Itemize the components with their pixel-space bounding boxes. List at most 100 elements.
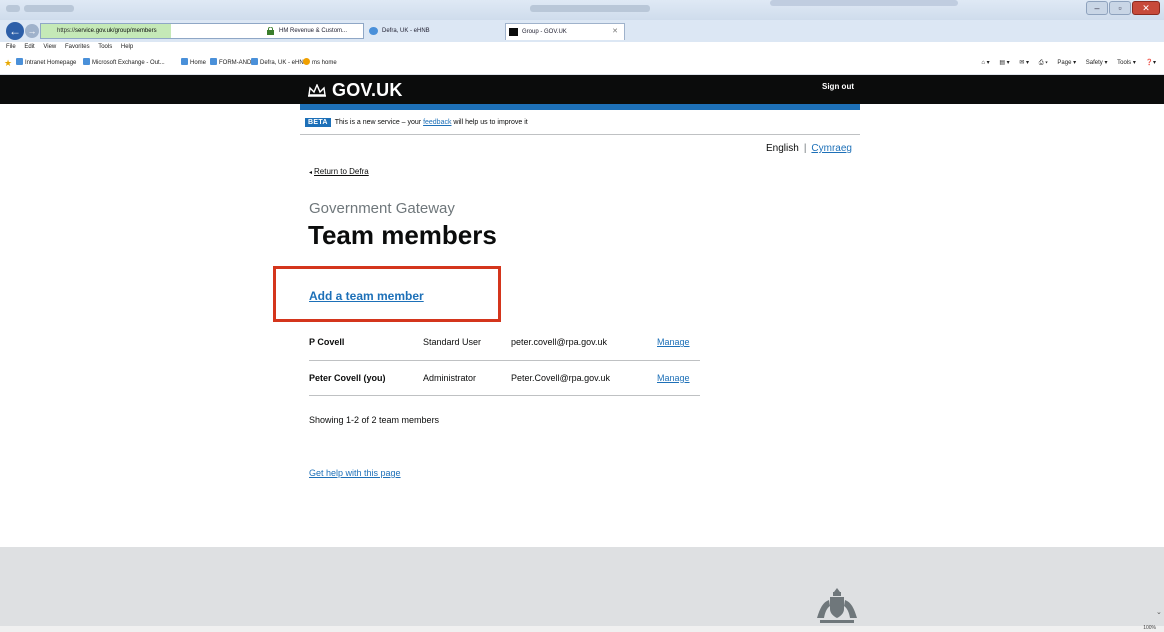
- tab-label: Defra, UK - eHNB: [382, 28, 430, 34]
- quick-access-toolbar: [24, 5, 74, 12]
- member-role: Administrator: [423, 360, 511, 396]
- favorite-defra[interactable]: Defra, UK - eHNB: [251, 53, 308, 73]
- url-path: /group/members: [112, 28, 157, 34]
- page-title: Team members: [308, 220, 497, 250]
- menu-file[interactable]: File: [6, 44, 16, 50]
- tab-label: HM Revenue & Custom...: [279, 28, 348, 34]
- table-row: P Covell Standard User peter.covell@rpa.…: [309, 325, 700, 361]
- gov-header: GOV.UK Sign out: [0, 75, 1164, 104]
- favorite-label: Home: [190, 60, 207, 66]
- favorite-ms-home[interactable]: ms home: [303, 53, 337, 73]
- beta-tag: BETA: [305, 118, 331, 127]
- get-help-link[interactable]: Get help with this page: [309, 468, 401, 478]
- favorite-exchange[interactable]: Microsoft Exchange - Out...: [83, 53, 165, 73]
- feeds-icon[interactable]: ▤ ▾: [999, 60, 1009, 66]
- gov-uk-logo[interactable]: GOV.UK: [307, 80, 403, 100]
- url-prefix: https://: [57, 28, 76, 34]
- manage-link[interactable]: Manage: [657, 325, 700, 361]
- tools-menu[interactable]: Tools ▾: [1117, 60, 1136, 66]
- manage-link[interactable]: Manage: [657, 360, 700, 396]
- beta-divider: [300, 134, 860, 135]
- language-english: English: [766, 143, 799, 154]
- return-to-defra-link[interactable]: ◂ Return to Defra: [309, 167, 369, 176]
- team-members-table: P Covell Standard User peter.covell@rpa.…: [309, 325, 700, 396]
- favorites-bar: ★ Intranet Homepage Microsoft Exchange -…: [0, 53, 1164, 75]
- menu-help[interactable]: Help: [121, 44, 133, 50]
- page-icon: [251, 58, 258, 65]
- window-titlebar: – ▫ ✕: [0, 0, 1164, 20]
- scroll-down-icon[interactable]: ⌄: [1156, 608, 1162, 616]
- member-role: Standard User: [423, 325, 511, 361]
- window-title: [530, 5, 650, 12]
- menu-view[interactable]: View: [43, 44, 56, 50]
- page-icon: [181, 58, 188, 65]
- page-menu[interactable]: Page ▾: [1057, 60, 1076, 66]
- favorite-label: Defra, UK - eHNB: [260, 60, 308, 66]
- favorite-label: ms home: [312, 60, 337, 66]
- page-icon: [16, 58, 23, 65]
- beta-banner: BETA This is a new service – your feedbac…: [305, 118, 528, 127]
- page-icon: [83, 58, 90, 65]
- menu-favorites[interactable]: Favorites: [65, 44, 90, 50]
- browser-navbar: ← → https://service.gov.uk/group/members…: [0, 20, 1164, 42]
- crown-icon: [308, 84, 326, 97]
- help-icon[interactable]: ❓▾: [1146, 60, 1156, 66]
- favorites-star-icon[interactable]: ★: [4, 53, 12, 73]
- window-controls: – ▫ ✕: [1086, 1, 1160, 15]
- mail-icon[interactable]: ✉ ▾: [1019, 60, 1029, 66]
- language-switcher: English | Cymraeg: [766, 143, 852, 154]
- print-icon[interactable]: ⎙ ▾: [1039, 60, 1048, 66]
- favorite-form-and[interactable]: FORM-AND: [210, 53, 251, 73]
- zoom-level[interactable]: 100%: [1143, 625, 1156, 631]
- window-search-bar: [770, 0, 958, 6]
- favorite-intranet[interactable]: Intranet Homepage: [16, 53, 76, 73]
- globe-icon: [369, 27, 378, 35]
- app-icon: [6, 5, 20, 12]
- url-domain: service.gov.uk: [75, 28, 113, 34]
- sun-icon: [303, 58, 310, 65]
- add-team-member-link[interactable]: Add a team member: [309, 289, 424, 303]
- results-count: Showing 1-2 of 2 team members: [309, 415, 440, 425]
- member-name: P Covell: [309, 325, 423, 361]
- back-link-label: Return to Defra: [314, 167, 369, 176]
- favorite-label: Intranet Homepage: [25, 60, 77, 66]
- tab-gov-uk[interactable]: Group - GOV.UK ✕: [505, 23, 625, 40]
- tab-hmrc[interactable]: HM Revenue & Custom...: [263, 23, 363, 40]
- table-row: Peter Covell (you) Administrator Peter.C…: [309, 360, 700, 396]
- favorite-home[interactable]: Home: [181, 53, 206, 73]
- logo-text: GOV.UK: [332, 80, 403, 100]
- language-welsh-link[interactable]: Cymraeg: [811, 143, 852, 154]
- lock-icon: [267, 27, 274, 35]
- tab-defra[interactable]: Defra, UK - eHNB: [366, 23, 496, 40]
- gov-uk-favicon: [509, 28, 518, 36]
- beta-text-start: This is a new service – your: [334, 119, 424, 126]
- favorite-label: FORM-AND: [219, 60, 252, 66]
- page-caption: Government Gateway: [309, 200, 455, 217]
- back-arrow-icon[interactable]: ←: [6, 22, 24, 40]
- browser-menubar: File Edit View Favorites Tools Help: [0, 42, 1164, 53]
- page-icon: [210, 58, 217, 65]
- menu-tools[interactable]: Tools: [98, 44, 112, 50]
- minimize-button[interactable]: –: [1086, 1, 1108, 15]
- tab-label: Group - GOV.UK: [522, 29, 567, 35]
- header-accent-bar: [300, 104, 860, 110]
- home-icon[interactable]: ⌂ ▾: [981, 60, 989, 66]
- maximize-button[interactable]: ▫: [1109, 1, 1131, 15]
- language-separator: |: [803, 143, 807, 154]
- command-bar: ⌂ ▾ ▤ ▾ ✉ ▾ ⎙ ▾ Page ▾ Safety ▾ Tools ▾ …: [973, 53, 1156, 73]
- member-email: Peter.Covell@rpa.gov.uk: [511, 360, 657, 396]
- feedback-link[interactable]: feedback: [423, 119, 451, 126]
- member-email: peter.covell@rpa.gov.uk: [511, 325, 657, 361]
- royal-coat-of-arms-icon: [817, 588, 857, 623]
- page-footer: [0, 547, 1164, 632]
- beta-text-end: will help us to improve it: [451, 119, 528, 126]
- forward-arrow-icon[interactable]: →: [25, 24, 39, 38]
- safety-menu[interactable]: Safety ▾: [1086, 60, 1108, 66]
- close-tab-icon[interactable]: ✕: [612, 24, 618, 40]
- sign-out-link[interactable]: Sign out: [822, 82, 854, 91]
- favorite-label: Microsoft Exchange - Out...: [92, 60, 165, 66]
- menu-edit[interactable]: Edit: [24, 44, 34, 50]
- triangle-left-icon: ◂: [309, 170, 313, 176]
- browser-statusbar: 100%: [0, 625, 1164, 632]
- close-window-button[interactable]: ✕: [1132, 1, 1160, 15]
